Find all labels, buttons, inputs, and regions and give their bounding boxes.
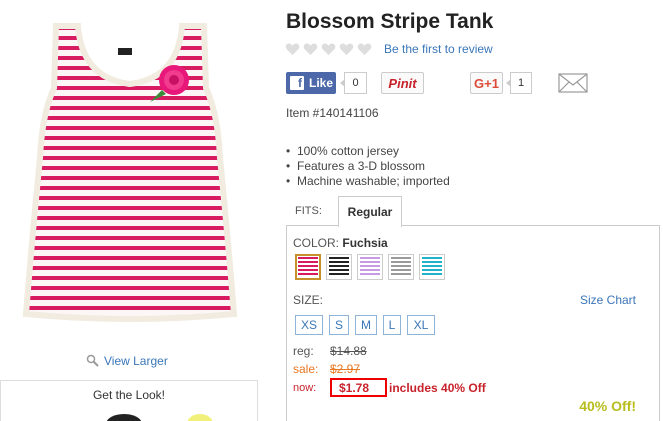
heart-icon[interactable] (303, 43, 318, 56)
product-title: Blossom Stripe Tank (286, 10, 494, 33)
email-icon[interactable] (558, 72, 588, 94)
now-price: $1.78 (330, 378, 387, 397)
facebook-icon: f (290, 76, 304, 90)
size-options: XS S M L XL (295, 315, 435, 335)
feature-item: 100% cotton jersey (286, 144, 450, 159)
size-option-l[interactable]: L (383, 315, 401, 335)
feature-item: Machine washable; imported (286, 174, 450, 189)
social-share-bar: f Like 0 Pinit G+1 1 (286, 72, 656, 94)
facebook-like-label: Like (309, 76, 334, 90)
swatch-lavender[interactable] (357, 254, 383, 280)
selected-color-name: Fuchsia (342, 236, 388, 250)
look-thumbnail[interactable] (187, 414, 213, 421)
regular-price-label: reg: (293, 344, 314, 358)
heart-icon[interactable] (321, 43, 336, 56)
google-plus-button[interactable]: G+1 (470, 72, 503, 94)
item-number: Item #140141106 (286, 106, 379, 120)
product-image[interactable] (22, 18, 238, 324)
facebook-like-count: 0 (340, 72, 367, 94)
pinterest-pin-button[interactable]: Pinit (381, 72, 424, 94)
rating-hearts (285, 43, 375, 56)
magnify-icon (86, 354, 99, 367)
size-option-m[interactable]: M (355, 315, 377, 335)
discount-note: includes 40% Off (389, 380, 486, 395)
regular-price: $14.88 (330, 344, 367, 358)
fits-label: FITS: (295, 205, 322, 217)
now-price-row: now: $1.78 includes 40% Off (293, 378, 486, 397)
view-larger-link[interactable]: View Larger (86, 354, 168, 368)
get-the-look-title: Get the Look! (92, 388, 166, 402)
feature-list: 100% cotton jersey Features a 3-D blosso… (286, 144, 450, 189)
swatch-grey[interactable] (388, 254, 414, 280)
size-chart-link[interactable]: Size Chart (580, 293, 636, 307)
swatch-stripes (298, 257, 318, 277)
get-the-look-panel: Get the Look! (0, 380, 258, 421)
review-link[interactable]: Be the first to review (384, 42, 493, 56)
color-label: COLOR: Fuchsia (293, 236, 388, 250)
size-option-xl[interactable]: XL (407, 315, 435, 335)
rating-row: Be the first to review (285, 42, 493, 56)
look-thumbnail[interactable] (106, 414, 142, 421)
swatch-stripes (360, 257, 380, 277)
swatch-stripes (329, 257, 349, 277)
size-label: SIZE: (293, 293, 324, 307)
now-price-label: now: (293, 381, 317, 394)
heart-icon[interactable] (357, 43, 372, 56)
swatch-aqua[interactable] (419, 254, 445, 280)
google-plus-count: 1 (506, 72, 532, 94)
swatch-stripes (422, 257, 442, 277)
swatch-black[interactable] (326, 254, 352, 280)
discount-badge: 40% Off! (579, 398, 636, 414)
sale-price: $2.97 (330, 362, 361, 376)
facebook-like-button[interactable]: f Like (286, 72, 336, 94)
view-larger-label: View Larger (104, 354, 168, 368)
regular-price-row: reg: $14.88 (293, 344, 367, 358)
heart-icon[interactable] (339, 43, 354, 56)
sale-price-row: sale: $2.97 (293, 362, 360, 376)
feature-item: Features a 3-D blossom (286, 159, 450, 174)
heart-icon[interactable] (285, 43, 300, 56)
sale-price-label: sale: (293, 362, 319, 376)
color-label-text: COLOR: (293, 236, 340, 250)
size-option-xs[interactable]: XS (295, 315, 323, 335)
options-panel: COLOR: Fuchsia SIZE: Size Chart XS S M L… (286, 225, 660, 421)
swatch-stripes (391, 257, 411, 277)
swatch-fuchsia[interactable] (295, 254, 321, 280)
tab-regular[interactable]: Regular (338, 196, 402, 227)
size-option-s[interactable]: S (329, 315, 349, 335)
color-swatches (295, 254, 445, 280)
fits-tabs: FITS: Regular (286, 196, 656, 227)
